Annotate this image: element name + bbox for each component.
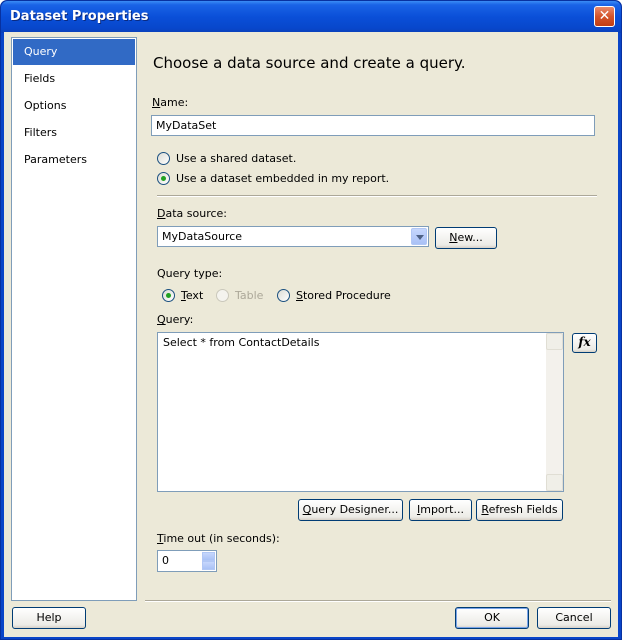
query-type-stored-procedure-radio[interactable] — [277, 289, 290, 302]
sidebar-item-parameters[interactable]: Parameters — [13, 147, 135, 173]
sidebar-item-label: Parameters — [24, 153, 87, 166]
close-button[interactable]: ✕ — [594, 6, 615, 27]
timeout-label: Time out (in seconds): — [157, 532, 280, 545]
page-title: Choose a data source and create a query. — [153, 54, 466, 72]
expression-button[interactable]: fx — [572, 333, 597, 353]
sidebar-nav: Query Fields Options Filters Parameters — [11, 37, 137, 601]
function-icon: fx — [578, 335, 591, 349]
sidebar-item-fields[interactable]: Fields — [13, 66, 135, 92]
footer-divider — [145, 600, 611, 602]
timeout-value: 0 — [162, 554, 169, 567]
sidebar-item-label: Filters — [24, 126, 57, 139]
query-type-stored-procedure-label: Stored Procedure — [296, 289, 391, 302]
query-type-text-radio[interactable] — [162, 289, 175, 302]
embedded-dataset-label: Use a dataset embedded in my report. — [176, 172, 390, 185]
scroll-up-button[interactable] — [546, 333, 563, 350]
name-label: Name: — [152, 96, 189, 109]
query-designer-button[interactable]: Query Designer... — [298, 499, 403, 521]
sidebar-item-label: Options — [24, 99, 67, 112]
section-divider — [157, 195, 597, 197]
embedded-dataset-radio[interactable] — [157, 172, 170, 185]
chevron-down-icon[interactable] — [411, 228, 427, 245]
timeout-stepper[interactable]: 0 — [157, 550, 217, 572]
query-label: Query: — [157, 313, 194, 326]
sidebar-item-options[interactable]: Options — [13, 93, 135, 119]
sidebar-item-label: Query — [24, 45, 58, 58]
shared-dataset-label: Use a shared dataset. — [176, 152, 297, 165]
spin-down-icon[interactable] — [202, 561, 215, 570]
import-button[interactable]: Import... — [409, 499, 472, 521]
scroll-down-button[interactable] — [546, 474, 563, 491]
ok-button[interactable]: OK — [455, 607, 529, 629]
refresh-fields-button[interactable]: Refresh Fields — [476, 499, 563, 521]
data-source-select[interactable]: MyDataSource — [157, 226, 429, 247]
query-type-label: Query type: — [157, 267, 223, 280]
help-button[interactable]: Help — [12, 607, 86, 629]
shared-dataset-radio[interactable] — [157, 152, 170, 165]
query-type-text-label: Text — [181, 289, 204, 302]
query-text: Select * from ContactDetails — [163, 336, 320, 349]
spin-up-icon[interactable] — [202, 552, 215, 561]
query-type-table-radio — [216, 289, 229, 302]
sidebar-item-label: Fields — [24, 72, 56, 85]
query-scrollbar[interactable] — [546, 333, 563, 491]
dialog-client-area: Query Fields Options Filters Parameters … — [4, 32, 618, 637]
query-type-table-label: Table — [235, 289, 264, 302]
sidebar-item-filters[interactable]: Filters — [13, 120, 135, 146]
query-textarea[interactable]: Select * from ContactDetails — [157, 332, 564, 492]
sidebar-item-query[interactable]: Query — [13, 39, 135, 65]
close-icon: ✕ — [598, 8, 611, 24]
data-source-label: Data source: — [157, 207, 228, 220]
name-input[interactable]: MyDataSet — [151, 115, 595, 136]
window-title: Dataset Properties — [10, 9, 149, 24]
new-data-source-button[interactable]: New... — [435, 227, 497, 249]
title-bar[interactable]: Dataset Properties ✕ — [1, 1, 621, 33]
cancel-button[interactable]: Cancel — [537, 607, 611, 629]
data-source-value: MyDataSource — [162, 230, 243, 243]
dialog-window: Dataset Properties ✕ Query Fields Option… — [0, 0, 622, 640]
